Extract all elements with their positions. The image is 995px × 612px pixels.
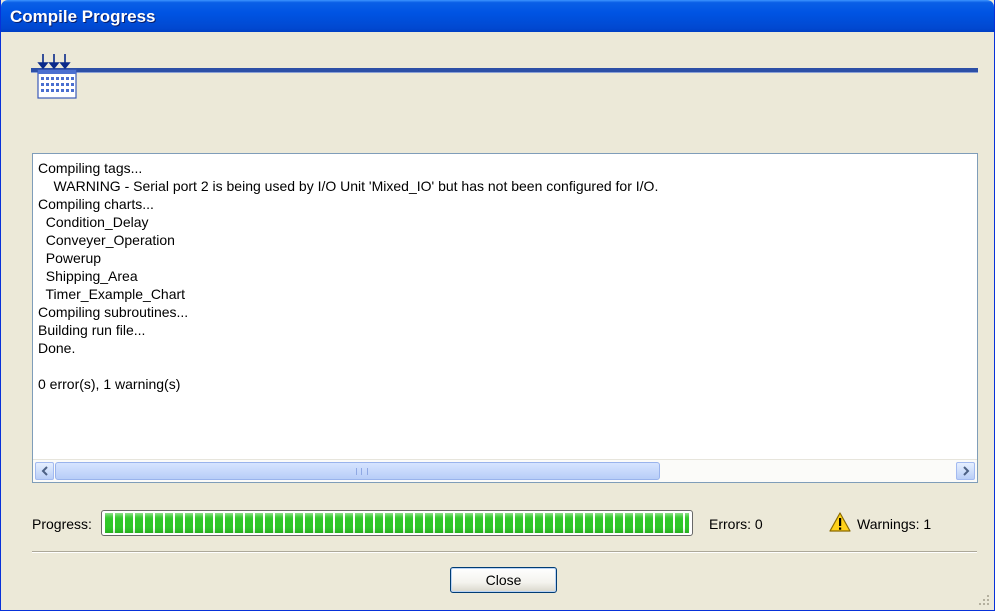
scroll-right-button[interactable]: [956, 462, 975, 480]
warning-icon: [829, 512, 851, 532]
window-title: Compile Progress: [10, 7, 156, 26]
scroll-grip-icon: [356, 468, 368, 475]
log-line: WARNING - Serial port 2 is being used by…: [38, 178, 659, 194]
log-line: Building run file...: [38, 322, 146, 338]
errors-count: Errors: 0: [709, 516, 763, 532]
banner-rule: [31, 68, 978, 73]
log-line: Done.: [38, 340, 76, 356]
log-line: Conveyer_Operation: [38, 232, 175, 248]
compile-icon: [37, 54, 77, 99]
resize-grip-icon[interactable]: [976, 592, 990, 606]
chevron-left-icon: [41, 466, 48, 476]
scroll-left-button[interactable]: [35, 462, 54, 480]
compile-progress-dialog: Compile Progress Compiling tags... WARNI…: [0, 0, 995, 611]
progress-fill: [105, 513, 689, 533]
horizontal-scrollbar[interactable]: [33, 459, 977, 482]
log-line: Compiling subroutines...: [38, 304, 189, 320]
log-line: 0 error(s), 1 warning(s): [38, 376, 181, 392]
scroll-thumb[interactable]: [55, 462, 660, 480]
title-bar[interactable]: Compile Progress: [1, 0, 994, 32]
compile-log[interactable]: Compiling tags... WARNING - Serial port …: [32, 153, 978, 483]
warnings-count: Warnings: 1: [857, 516, 932, 532]
log-line: Condition_Delay: [38, 214, 149, 230]
log-lines: Compiling tags... WARNING - Serial port …: [38, 159, 977, 393]
close-button[interactable]: Close: [450, 567, 557, 593]
progress-bar: [101, 510, 693, 536]
log-line: Compiling tags...: [38, 160, 143, 176]
log-line: Timer_Example_Chart: [38, 286, 186, 302]
chevron-right-icon: [963, 466, 970, 476]
log-line: Powerup: [38, 250, 102, 266]
progress-label: Progress:: [32, 516, 92, 532]
separator: [32, 551, 977, 553]
log-line: Compiling charts...: [38, 196, 154, 212]
log-line: Shipping_Area: [38, 268, 138, 284]
